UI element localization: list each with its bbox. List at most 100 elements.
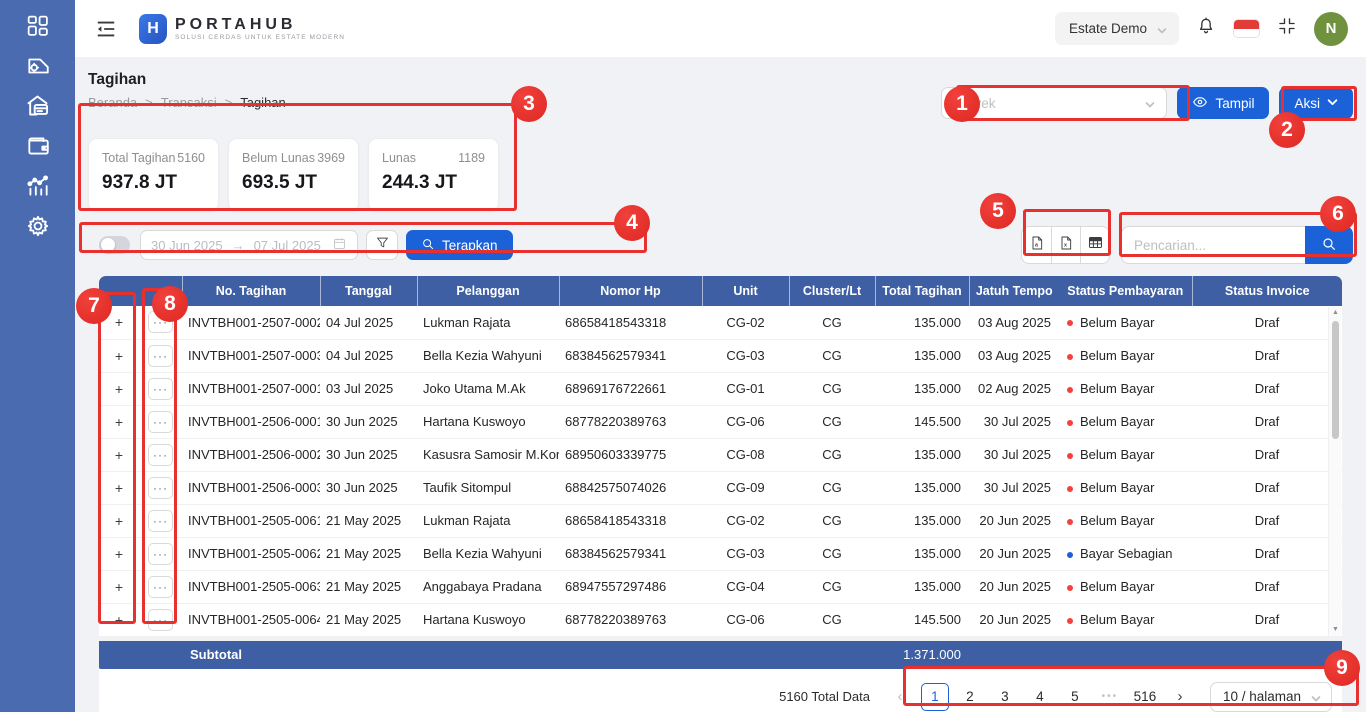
pagination-page-2[interactable]: 2: [956, 683, 984, 711]
row-actions-button[interactable]: ···: [148, 576, 173, 598]
main-area: H PORTAHUB SOLUSI CERDAS UNTUK ESTATE MO…: [75, 0, 1366, 712]
filter-toggle[interactable]: [99, 236, 130, 254]
cell-status-pembayaran: Belum Bayar: [1059, 405, 1192, 438]
gear-icon: [25, 213, 51, 244]
cell-no-tagihan: INVTBH001-2505-0062: [182, 537, 320, 570]
pagination-page-516[interactable]: 516: [1131, 683, 1159, 711]
cell-tanggal: 21 May 2025: [320, 537, 417, 570]
cell-no-tagihan: INVTBH001-2507-0001: [182, 372, 320, 405]
pagination-prev-button[interactable]: ‹: [886, 683, 914, 711]
export-table-button[interactable]: [1080, 227, 1109, 263]
row-actions-button[interactable]: ···: [148, 345, 173, 367]
chevron-down-icon: [1311, 692, 1321, 702]
chevron-down-icon: [1145, 98, 1155, 108]
cell-status-invoice: Draf: [1192, 603, 1342, 636]
column-header-cluster: Cluster/Lt: [789, 276, 875, 306]
expand-row-button[interactable]: +: [99, 603, 139, 636]
scroll-up-icon[interactable]: ▲: [1329, 307, 1342, 319]
search-input[interactable]: Pencarian...: [1121, 226, 1305, 264]
table-row: + ··· INVTBH001-2505-0064 21 May 2025 Ha…: [99, 603, 1342, 636]
cell-pelanggan: Anggabaya Pradana: [417, 570, 559, 603]
cell-total-tagihan: 135.000: [875, 306, 969, 339]
pagination-page-4[interactable]: 4: [1026, 683, 1054, 711]
cell-tanggal: 03 Jul 2025: [320, 372, 417, 405]
filter-funnel-button[interactable]: [366, 230, 398, 260]
row-actions-button[interactable]: ···: [148, 609, 173, 631]
cell-status-pembayaran: Belum Bayar: [1059, 471, 1192, 504]
cell-jatuh-tempo: 20 Jun 2025: [969, 537, 1059, 570]
expand-row-button[interactable]: +: [99, 372, 139, 405]
cell-status-pembayaran: Belum Bayar: [1059, 603, 1192, 636]
row-actions-button[interactable]: ···: [148, 477, 173, 499]
sidebar-item-property-billing[interactable]: [0, 88, 75, 128]
cell-status-invoice: Draf: [1192, 405, 1342, 438]
row-actions-button[interactable]: ···: [148, 444, 173, 466]
export-excel-button[interactable]: x: [1051, 227, 1080, 263]
expand-row-button[interactable]: +: [99, 504, 139, 537]
export-button-group: a x: [1021, 226, 1110, 264]
search-button[interactable]: [1305, 226, 1353, 264]
logo-mark-icon: H: [139, 14, 167, 44]
table-footer: 5160 Total Data ‹12345•••516› 10 / halam…: [99, 669, 1342, 712]
cell-tanggal: 30 Jun 2025: [320, 438, 417, 471]
expand-row-button[interactable]: +: [99, 306, 139, 339]
expand-row-button[interactable]: +: [99, 570, 139, 603]
expand-row-button[interactable]: +: [99, 405, 139, 438]
expand-row-button[interactable]: +: [99, 339, 139, 372]
cell-status-pembayaran: Belum Bayar: [1059, 339, 1192, 372]
export-pdf-button[interactable]: a: [1022, 227, 1051, 263]
total-data-label: 5160 Total Data: [779, 689, 870, 704]
column-header-unit: Unit: [702, 276, 789, 306]
status-dot: [1067, 519, 1073, 525]
scroll-down-icon[interactable]: ▼: [1329, 624, 1342, 636]
sidebar-item-wallet[interactable]: [0, 128, 75, 168]
compress-screen-icon[interactable]: [1277, 16, 1297, 41]
cell-tanggal: 21 May 2025: [320, 570, 417, 603]
sidebar-item-analytics[interactable]: [0, 168, 75, 208]
tampil-button[interactable]: Tampil: [1177, 87, 1269, 119]
cell-unit: CG-09: [702, 471, 789, 504]
notification-bell-icon[interactable]: [1196, 16, 1216, 41]
page-title: Tagihan: [88, 71, 286, 89]
scrollbar-thumb[interactable]: [1332, 321, 1339, 439]
cell-pelanggan: Lukman Rajata: [417, 504, 559, 537]
table-scrollbar[interactable]: ▲ ▼: [1328, 307, 1341, 636]
expand-row-button[interactable]: +: [99, 537, 139, 570]
expand-row-button[interactable]: +: [99, 471, 139, 504]
pagination-page-5[interactable]: 5: [1061, 683, 1089, 711]
date-range-picker[interactable]: 30 Jun 2025 → 07 Jul 2025: [140, 230, 358, 260]
cell-pelanggan: Lukman Rajata: [417, 306, 559, 339]
table-row: + ··· INVTBH001-2507-0002 04 Jul 2025 Lu…: [99, 306, 1342, 339]
language-flag-icon[interactable]: [1233, 19, 1260, 38]
invoices-table: No. Tagihan Tanggal Pelanggan Nomor Hp U…: [99, 276, 1342, 669]
user-avatar[interactable]: N: [1314, 12, 1348, 46]
page-size-select[interactable]: 10 / halaman: [1210, 682, 1332, 712]
row-actions-button[interactable]: ···: [148, 311, 173, 333]
terapkan-button[interactable]: Terapkan: [406, 230, 513, 260]
row-actions-button[interactable]: ···: [148, 510, 173, 532]
project-select-placeholder: Proyek: [953, 96, 995, 111]
pagination-page-3[interactable]: 3: [991, 683, 1019, 711]
sidebar-item-dashboard[interactable]: [0, 8, 75, 48]
row-actions-button[interactable]: ···: [148, 411, 173, 433]
breadcrumb-home[interactable]: Beranda: [88, 95, 137, 110]
menu-fold-icon[interactable]: [95, 18, 117, 40]
app-name: PORTAHUB: [175, 17, 345, 32]
sidebar-item-master-data[interactable]: [0, 48, 75, 88]
sidebar: [0, 0, 75, 712]
row-actions-button[interactable]: ···: [148, 378, 173, 400]
aksi-button[interactable]: Aksi: [1279, 87, 1353, 119]
status-dot: [1067, 320, 1073, 326]
row-actions-button[interactable]: ···: [148, 543, 173, 565]
page-size-value: 10 / halaman: [1223, 689, 1301, 704]
cell-cluster: CG: [789, 405, 875, 438]
pagination-next-button[interactable]: ›: [1166, 683, 1194, 711]
sidebar-item-settings[interactable]: [0, 208, 75, 248]
pagination-page-1[interactable]: 1: [921, 683, 949, 711]
cell-total-tagihan: 135.000: [875, 471, 969, 504]
cell-pelanggan: Kasusra Samosir M.Kom.: [417, 438, 559, 471]
workspace-selector[interactable]: Estate Demo: [1055, 12, 1179, 45]
project-select[interactable]: Proyek: [941, 87, 1167, 119]
breadcrumb-transaksi[interactable]: Transaksi: [161, 95, 217, 110]
expand-row-button[interactable]: +: [99, 438, 139, 471]
